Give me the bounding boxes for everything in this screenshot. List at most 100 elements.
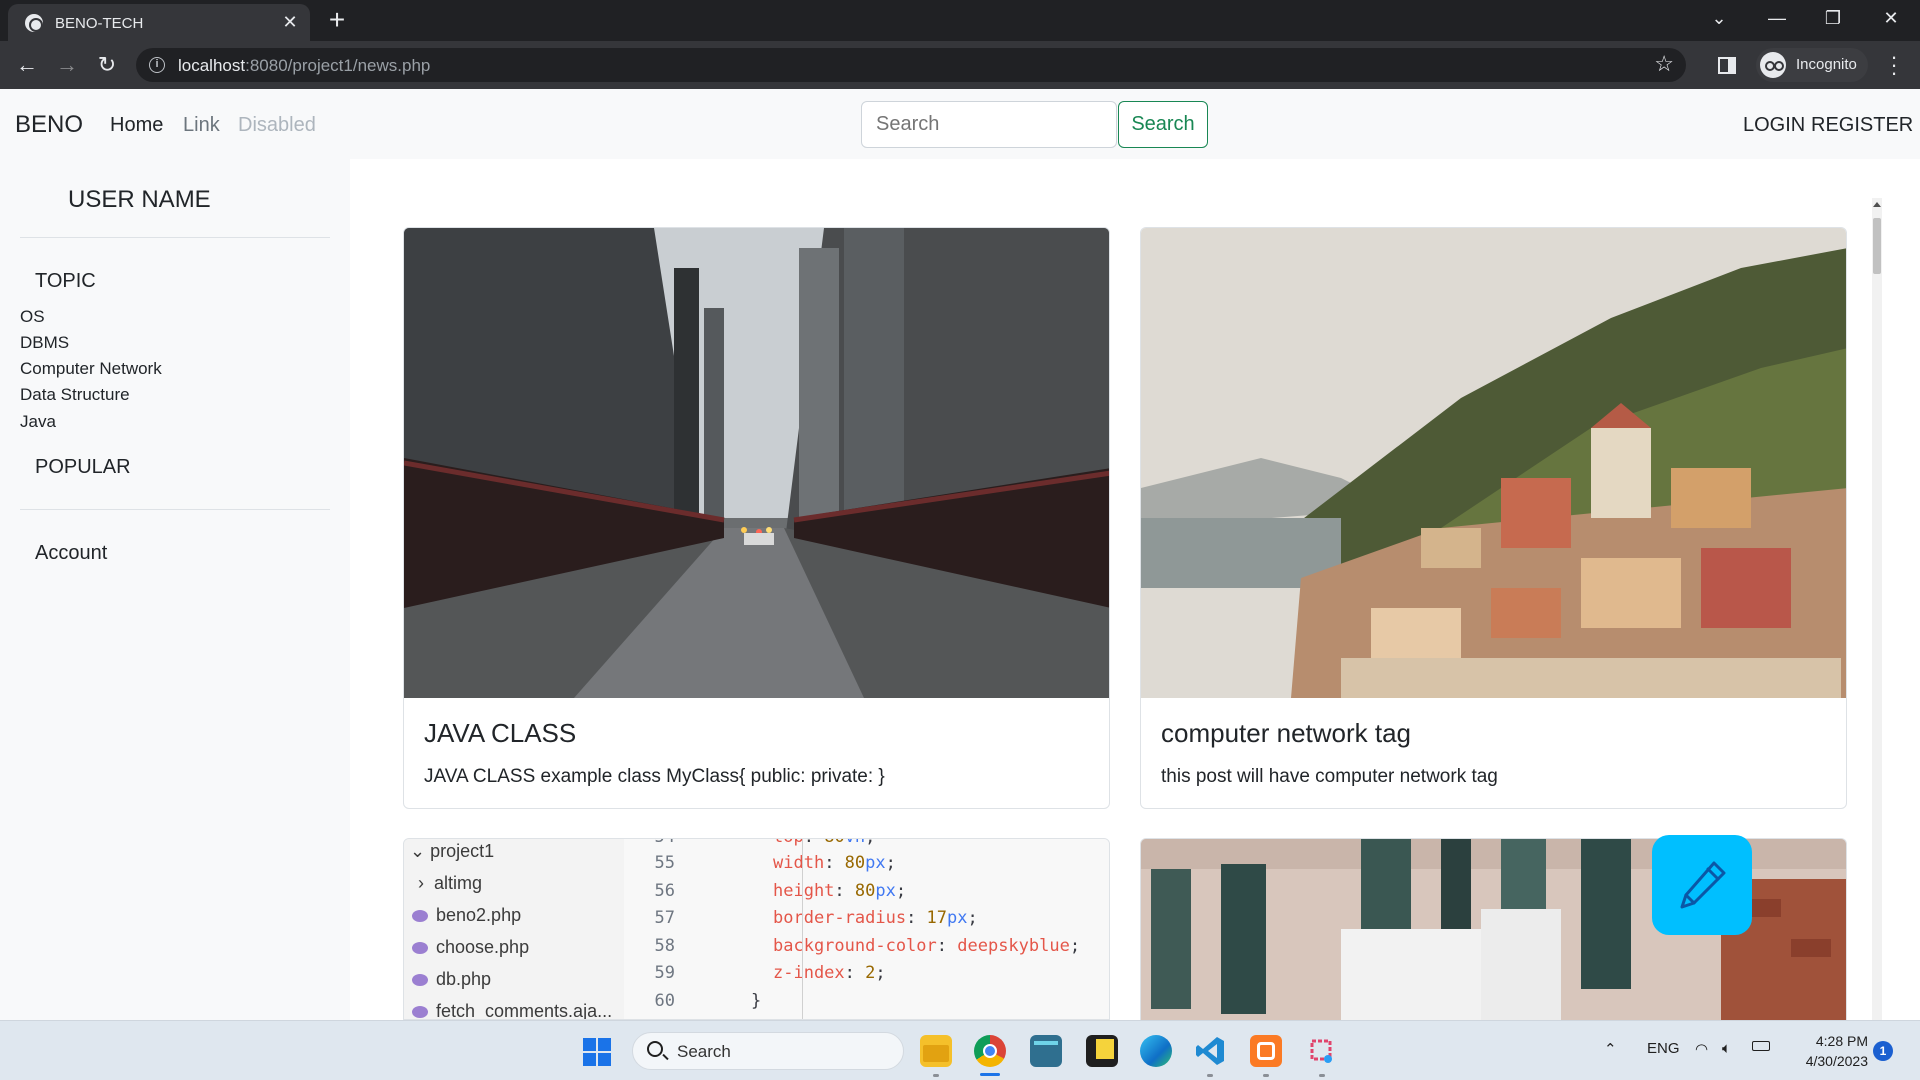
sidebar-item-computer-network[interactable]: Computer Network: [20, 359, 162, 379]
wifi-icon[interactable]: ◠: [1695, 1040, 1708, 1058]
search-icon: [647, 1041, 663, 1057]
tree-item-file: beno2.php: [404, 900, 624, 930]
volume-icon[interactable]: 🔈︎: [1722, 1040, 1731, 1057]
clock-time: 4:28 PM: [1815, 1033, 1868, 1049]
php-file-icon: [412, 1006, 428, 1018]
incognito-profile-button[interactable]: Incognito: [1756, 48, 1868, 82]
file-explorer: ⌄ project1 › altimg beno2.php choose.php…: [404, 839, 624, 1019]
code-editor: top: 80vh; width: 80px; height: 80px; bo…: [729, 839, 1109, 1019]
topic-heading: TOPIC: [35, 270, 96, 292]
new-tab-icon[interactable]: +: [322, 6, 352, 36]
snipping-tool-icon[interactable]: [1306, 1035, 1338, 1067]
php-file-icon: [412, 974, 428, 986]
chrome-icon[interactable]: [974, 1035, 1006, 1067]
post-excerpt: this post will have computer network tag: [1161, 766, 1498, 787]
nav-link-home[interactable]: Home: [110, 114, 163, 137]
post-title[interactable]: JAVA CLASS: [424, 718, 576, 749]
forward-arrow-icon[interactable]: →: [53, 51, 81, 79]
sidebar-divider: [20, 509, 330, 510]
url-path: :8080/project1/news.php: [245, 56, 431, 75]
sticky-notes-icon[interactable]: [1086, 1035, 1118, 1067]
running-indicator: [1207, 1074, 1213, 1077]
scroll-up-arrow-icon[interactable]: [1873, 202, 1881, 207]
post-image-code-screenshot[interactable]: ⌄ project1 › altimg beno2.php choose.php…: [403, 838, 1110, 1020]
chevron-right-icon: ›: [418, 873, 424, 893]
sidebar-divider: [20, 237, 330, 238]
indent-guide: [802, 839, 803, 1019]
search-input[interactable]: [861, 101, 1117, 148]
globe-icon: [25, 14, 43, 32]
browser-menu-icon[interactable]: · · ·: [1884, 46, 1904, 84]
php-file-icon: [412, 942, 428, 954]
nav-link-disabled: Disabled: [238, 114, 316, 136]
vscode-icon[interactable]: [1194, 1035, 1226, 1067]
close-tab-icon[interactable]: ✕: [278, 10, 302, 34]
restore-icon[interactable]: ❐: [1818, 8, 1848, 29]
taskbar-search[interactable]: Search: [632, 1032, 904, 1070]
site-info-icon[interactable]: i: [149, 57, 165, 73]
tab-search-chevron-icon[interactable]: ⌄: [1704, 8, 1734, 29]
back-arrow-icon[interactable]: ←: [13, 51, 41, 79]
create-post-button[interactable]: [1652, 835, 1752, 935]
browser-toolbar: ← → ↻ i localhost:8080/project1/news.php…: [0, 41, 1920, 89]
login-link[interactable]: LOGIN: [1743, 114, 1805, 137]
windows-start-icon[interactable]: [583, 1038, 611, 1066]
show-hidden-icons-chevron-icon[interactable]: ⌃: [1604, 1040, 1617, 1058]
site-brand[interactable]: BENO: [15, 111, 83, 139]
system-clock[interactable]: 4:28 PM 4/30/2023: [1790, 1031, 1868, 1071]
windows-taskbar: Search ⌃ ENG ◠ 🔈︎ 4:28 PM 4/30/2023 1: [0, 1020, 1920, 1080]
side-panel-icon[interactable]: [1718, 57, 1736, 74]
code-line: width: 80px;: [773, 853, 896, 873]
popular-heading[interactable]: POPULAR: [35, 456, 131, 479]
page-scrollbar[interactable]: [1872, 198, 1882, 1020]
sidebar-item-os[interactable]: OS: [20, 307, 45, 327]
file-explorer-icon[interactable]: [920, 1035, 952, 1067]
site-navbar: BENO Home Link Disabled Search LOGIN REG…: [0, 89, 1920, 159]
tree-item-file: choose.php: [404, 932, 624, 962]
tree-item-file: fetch_comments.aja...: [404, 996, 624, 1019]
notification-badge[interactable]: 1: [1873, 1041, 1893, 1061]
address-bar[interactable]: i localhost:8080/project1/news.php ☆: [136, 48, 1686, 82]
post-title[interactable]: computer network tag: [1161, 718, 1411, 749]
reload-icon[interactable]: ↻: [93, 51, 121, 79]
battery-icon[interactable]: [1752, 1041, 1770, 1051]
taskbar-search-label: Search: [677, 1042, 731, 1061]
browser-tab-strip: BENO-TECH ✕ + ⌄ — ❐ ✕: [0, 0, 1920, 41]
pencil-icon: [1680, 861, 1726, 909]
sidebar-item-dbms[interactable]: DBMS: [20, 333, 69, 353]
register-link[interactable]: REGISTER: [1811, 114, 1913, 137]
code-line: top: 80vh;: [773, 839, 875, 847]
code-line: border-radius: 17px;: [773, 908, 978, 928]
terminal-icon[interactable]: [1030, 1035, 1062, 1067]
incognito-icon: [1760, 52, 1786, 78]
chevron-down-icon: ⌄: [410, 841, 426, 861]
search-button[interactable]: Search: [1118, 101, 1208, 148]
code-line: height: 80px;: [773, 881, 907, 901]
php-file-icon: [412, 910, 428, 922]
language-indicator[interactable]: ENG: [1647, 1040, 1680, 1057]
sidebar-item-java[interactable]: Java: [20, 412, 56, 432]
line-number: 58: [654, 936, 675, 956]
running-indicator: [933, 1074, 939, 1077]
post-card[interactable]: computer network tag this post will have…: [1140, 227, 1847, 809]
clock-date: 4/30/2023: [1805, 1053, 1868, 1069]
post-card[interactable]: JAVA CLASS JAVA CLASS example class MyCl…: [403, 227, 1110, 809]
incognito-label: Incognito: [1796, 56, 1857, 73]
bookmark-star-icon[interactable]: ☆: [1654, 51, 1674, 77]
browser-tab[interactable]: BENO-TECH ✕: [8, 4, 310, 41]
close-window-icon[interactable]: ✕: [1876, 8, 1906, 29]
edge-icon[interactable]: [1140, 1035, 1172, 1067]
line-number: 55: [654, 853, 675, 873]
minimize-icon[interactable]: —: [1762, 8, 1792, 29]
sidebar-item-data-structure[interactable]: Data Structure: [20, 385, 130, 405]
xampp-icon[interactable]: [1250, 1035, 1282, 1067]
code-line: z-index: 2;: [773, 963, 886, 983]
tab-title: BENO-TECH: [55, 15, 144, 32]
tree-item-folder: ⌄ project1: [410, 841, 495, 861]
post-image-coastal-village: [1141, 228, 1846, 698]
nav-link-link[interactable]: Link: [183, 114, 220, 137]
line-number: 59: [654, 963, 675, 983]
account-link[interactable]: Account: [35, 542, 107, 565]
code-line: }: [751, 991, 762, 1011]
scrollbar-thumb[interactable]: [1873, 218, 1881, 274]
